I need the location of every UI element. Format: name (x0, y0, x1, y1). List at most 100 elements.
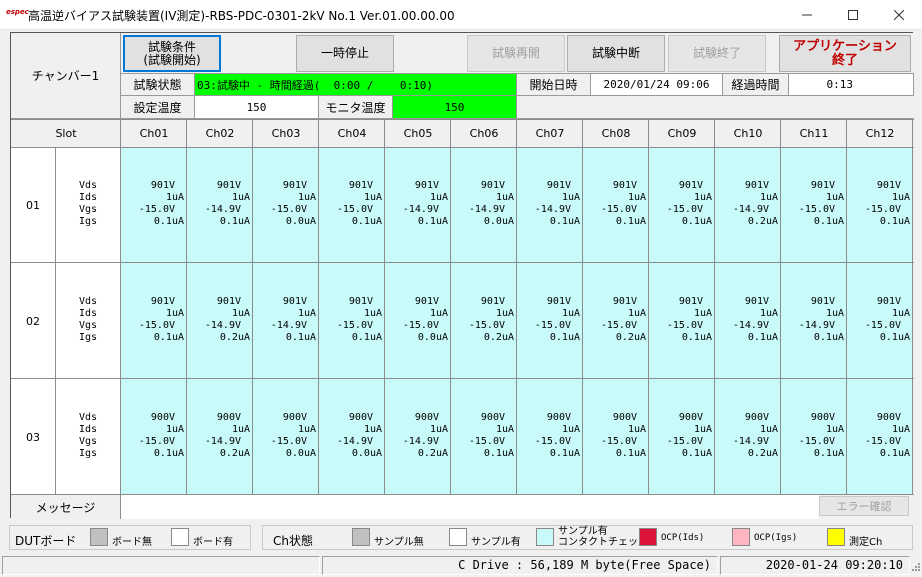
channel-cell[interactable]: 901V 1uA -15.0V 0.1uA (319, 263, 385, 379)
channel-cell[interactable]: 900V 1uA -14.9V 0.2uA (187, 379, 253, 495)
igs-value: 0.1uA (351, 216, 382, 227)
channel-cell[interactable]: 901V 1uA -14.9V 0.2uA (715, 147, 781, 263)
channel-cell[interactable]: 901V 1uA -15.0V 0.2uA (451, 263, 517, 379)
vgs-value: -15.0V (270, 436, 307, 447)
igs-value: 0.1uA (879, 448, 910, 459)
ids-value: 1uA (891, 192, 910, 203)
igs-value: 0.0uA (483, 216, 514, 227)
channel-cell[interactable]: 900V 1uA -15.0V 0.1uA (517, 379, 583, 495)
channel-header: Ch02 (187, 119, 253, 147)
state-value: 03:試験中 - 時間経過( 0:00 / 0:10) (195, 74, 517, 96)
channel-values: 900V 1uA -15.0V 0.1uA (535, 412, 580, 460)
channel-cell[interactable]: 901V 1uA -15.0V 0.0uA (385, 263, 451, 379)
igs-value: 0.1uA (681, 216, 712, 227)
igs-value: 0.2uA (219, 332, 250, 343)
vds-value: 901V (612, 180, 637, 191)
channel-cell[interactable]: 901V 1uA -14.9V 0.1uA (253, 263, 319, 379)
vgs-value: -15.0V (336, 320, 373, 331)
minimize-button[interactable] (784, 0, 830, 30)
channel-cell[interactable]: 900V 1uA -14.9V 0.2uA (385, 379, 451, 495)
channel-cell[interactable]: 901V 1uA -15.0V 0.1uA (847, 147, 913, 263)
ids-value: 1uA (429, 308, 448, 319)
channel-cell[interactable]: 901V 1uA -14.9V 0.1uA (715, 263, 781, 379)
vgs-value: -15.0V (798, 204, 835, 215)
resume-button[interactable]: 試験再開 (467, 35, 565, 72)
ids-value: 1uA (495, 308, 514, 319)
igs-value: 0.1uA (417, 216, 448, 227)
dut-no-board-swatch (90, 528, 108, 546)
ids-value: 1uA (759, 424, 778, 435)
igs-value: 0.1uA (219, 216, 250, 227)
ch-measuring-label: 測定Ch (849, 537, 883, 548)
channel-cell[interactable]: 901V 1uA -15.0V 0.1uA (649, 263, 715, 379)
close-window-button[interactable] (876, 0, 922, 30)
channel-cell[interactable]: 900V 1uA -15.0V 0.1uA (781, 379, 847, 495)
grid-line (516, 119, 517, 495)
channel-cell[interactable]: 901V 1uA -14.9V 0.1uA (517, 147, 583, 263)
ids-value: 1uA (561, 192, 580, 203)
channel-cell[interactable]: 901V 1uA -15.0V 0.1uA (121, 147, 187, 263)
error-confirm-button[interactable]: エラー確認 (819, 496, 909, 516)
message-field[interactable] (121, 494, 819, 519)
channel-values: 900V 1uA -15.0V 0.1uA (601, 412, 646, 460)
channel-cell[interactable]: 901V 1uA -15.0V 0.1uA (121, 263, 187, 379)
channel-values: 901V 1uA -14.9V 0.0uA (469, 180, 514, 228)
maximize-button[interactable] (830, 0, 876, 30)
igs-value: 0.1uA (813, 216, 844, 227)
maximize-icon (848, 10, 858, 20)
exit-application-button[interactable]: アプリケーション 終了 (779, 35, 911, 72)
channel-cell[interactable]: 901V 1uA -15.0V 0.1uA (847, 263, 913, 379)
channel-cell[interactable]: 901V 1uA -14.9V 0.1uA (385, 147, 451, 263)
channel-cell[interactable]: 901V 1uA -15.0V 0.1uA (781, 147, 847, 263)
igs-value: 0.0uA (351, 448, 382, 459)
channel-cell[interactable]: 901V 1uA -14.9V 0.1uA (781, 263, 847, 379)
channel-cell[interactable]: 901V 1uA -14.9V 0.0uA (451, 147, 517, 263)
channel-cell[interactable]: 900V 1uA -15.0V 0.0uA (253, 379, 319, 495)
vds-value: 900V (744, 412, 769, 423)
channel-cell[interactable]: 900V 1uA -15.0V 0.1uA (583, 379, 649, 495)
channel-cell[interactable]: 901V 1uA -15.0V 0.1uA (517, 263, 583, 379)
measurement-labels: Vds Ids Vgs Igs (55, 412, 97, 460)
channel-cell[interactable]: 900V 1uA -15.0V 0.1uA (847, 379, 913, 495)
ids-value: 1uA (231, 192, 250, 203)
ids-value: 1uA (693, 424, 712, 435)
channel-cell[interactable]: 901V 1uA -14.9V 0.1uA (187, 147, 253, 263)
vgs-value: -15.0V (534, 320, 571, 331)
vgs-value: -14.9V (732, 320, 769, 331)
vgs-value: -14.9V (534, 204, 571, 215)
pause-button[interactable]: 一時停止 (296, 35, 394, 72)
channel-cell[interactable]: 900V 1uA -15.0V 0.1uA (649, 379, 715, 495)
ids-value: 1uA (363, 308, 382, 319)
channel-cell[interactable]: 901V 1uA -15.0V 0.0uA (253, 147, 319, 263)
channel-values: 901V 1uA -15.0V 0.0uA (271, 180, 316, 228)
channel-values: 901V 1uA -14.9V 0.1uA (403, 180, 448, 228)
ch-sample-label: サンプル有 (471, 537, 521, 548)
channel-cell[interactable]: 900V 1uA -15.0V 0.1uA (451, 379, 517, 495)
channel-cell[interactable]: 901V 1uA -15.0V 0.1uA (583, 147, 649, 263)
vds-value: 901V (546, 296, 571, 307)
channel-cell[interactable]: 901V 1uA -15.0V 0.1uA (319, 147, 385, 263)
igs-value: 0.1uA (681, 332, 712, 343)
vds-value: 901V (348, 180, 373, 191)
finish-button[interactable]: 試験終了 (668, 35, 766, 72)
measurement-labels: Vds Ids Vgs Igs (55, 296, 97, 344)
measurement-label: Igs (78, 448, 97, 459)
vds-value: 901V (414, 180, 439, 191)
vgs-value: -14.9V (336, 436, 373, 447)
channel-cell[interactable]: 900V 1uA -15.0V 0.1uA (121, 379, 187, 495)
channel-cell[interactable]: 901V 1uA -14.9V 0.2uA (187, 263, 253, 379)
dut-no-board-label: ボード無 (112, 537, 152, 548)
channel-cell[interactable]: 901V 1uA -15.0V 0.2uA (583, 263, 649, 379)
channel-cell[interactable]: 900V 1uA -14.9V 0.0uA (319, 379, 385, 495)
resize-grip-icon[interactable] (910, 563, 921, 574)
drive-free-space: C Drive : 56,189 M byte(Free Space) (322, 556, 718, 575)
test-condition-button[interactable]: 試験条件 (試験開始) (123, 35, 221, 72)
igs-value: 0.1uA (747, 332, 778, 343)
grid-line (846, 119, 847, 495)
ids-value: 1uA (165, 424, 184, 435)
channel-cell[interactable]: 900V 1uA -14.9V 0.2uA (715, 379, 781, 495)
interrupt-button[interactable]: 試験中断 (567, 35, 665, 72)
vgs-value: -15.0V (600, 204, 637, 215)
channel-cell[interactable]: 901V 1uA -15.0V 0.1uA (649, 147, 715, 263)
vds-value: 901V (480, 180, 505, 191)
